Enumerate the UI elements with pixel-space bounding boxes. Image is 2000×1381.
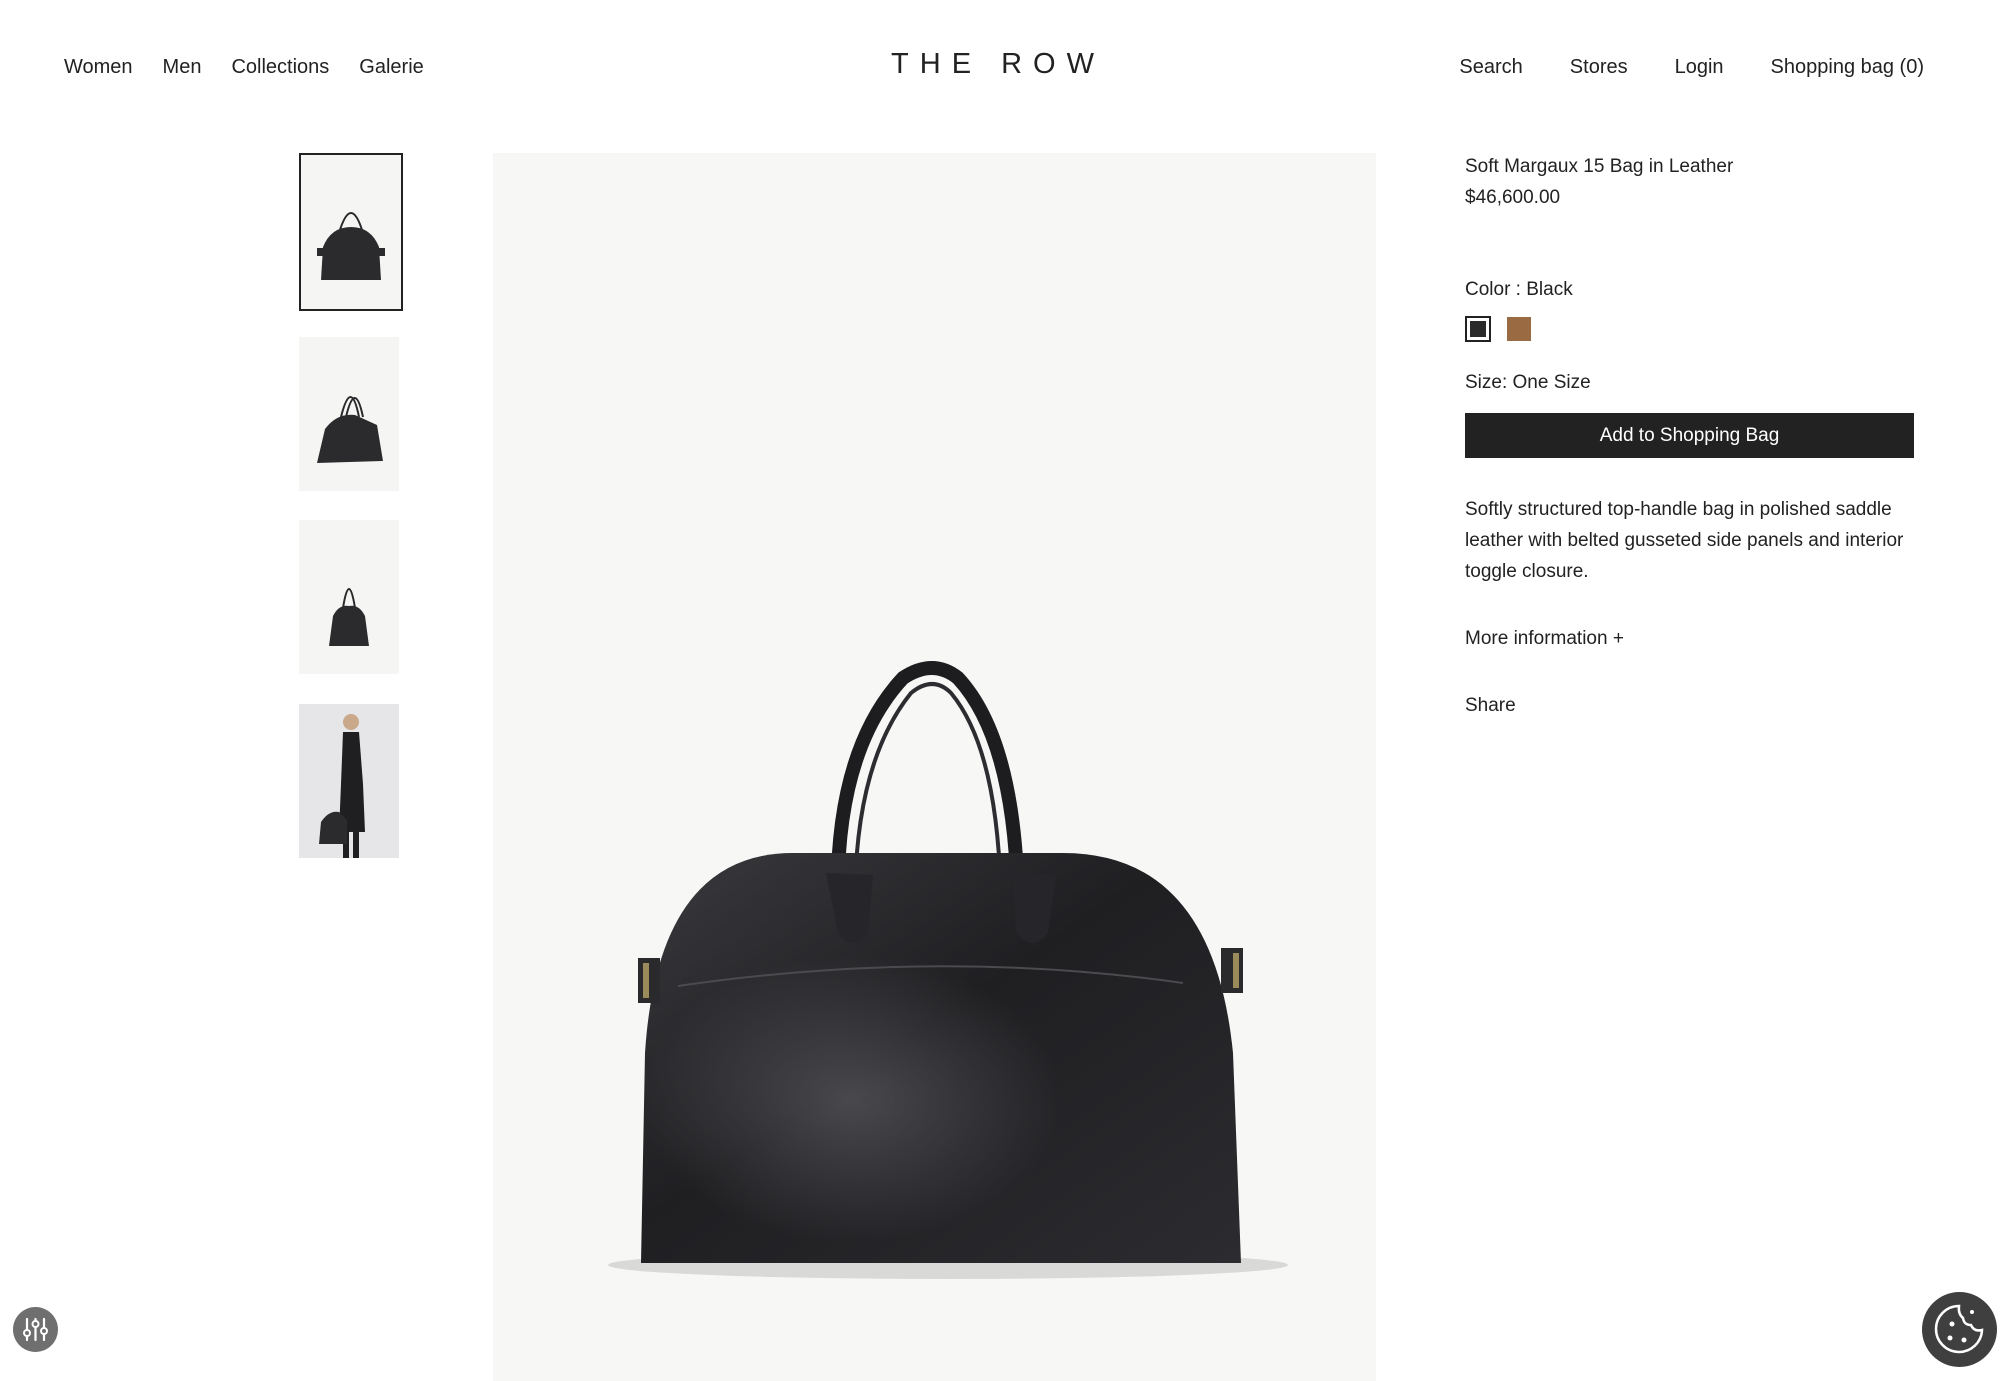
- thumbnail-bag-front[interactable]: [299, 153, 403, 311]
- cookie-icon: [1934, 1304, 1984, 1354]
- product-description: Softly structured top-handle bag in poli…: [1465, 499, 1904, 582]
- bag-side-image: [329, 588, 369, 646]
- sliders-icon: [23, 1317, 48, 1342]
- login-link[interactable]: Login: [1675, 56, 1724, 79]
- cookie-settings-button[interactable]: [1922, 1292, 1997, 1367]
- product-info: Soft Margaux 15 Bag in Leather $46,600.0…: [1465, 156, 1915, 716]
- share-link[interactable]: Share: [1465, 695, 1516, 717]
- more-information-toggle[interactable]: More information +: [1465, 628, 1624, 650]
- color-swatches: [1465, 316, 1531, 342]
- thumbnail-bag-angle[interactable]: [299, 337, 399, 491]
- stores-link[interactable]: Stores: [1570, 56, 1628, 79]
- color-swatch-black[interactable]: [1465, 316, 1491, 342]
- bag-front-image: [317, 212, 385, 280]
- bag-hero-illustration: [608, 661, 1288, 1279]
- model-image: [319, 714, 365, 858]
- accessibility-settings-button[interactable]: [13, 1307, 58, 1352]
- shopping-bag-link[interactable]: Shopping bag (0): [1771, 56, 1924, 79]
- add-to-bag-button[interactable]: Add to Shopping Bag: [1465, 413, 1914, 458]
- color-swatch-brown[interactable]: [1507, 317, 1531, 341]
- bag-angle-image: [317, 396, 383, 463]
- search-link[interactable]: Search: [1459, 56, 1522, 79]
- product-price: $46,600.00: [1465, 187, 1561, 208]
- utility-nav: Search Stores Login Shopping bag (0): [1459, 56, 1924, 79]
- hero-image[interactable]: [493, 153, 1376, 1381]
- thumbnail-model-with-bag[interactable]: [299, 704, 399, 858]
- color-label: Color : Black: [1465, 279, 1573, 300]
- thumbnail-bag-side[interactable]: [299, 520, 399, 674]
- product-title: Soft Margaux 15 Bag in Leather: [1465, 156, 1734, 177]
- size-label: Size: One Size: [1465, 372, 1591, 393]
